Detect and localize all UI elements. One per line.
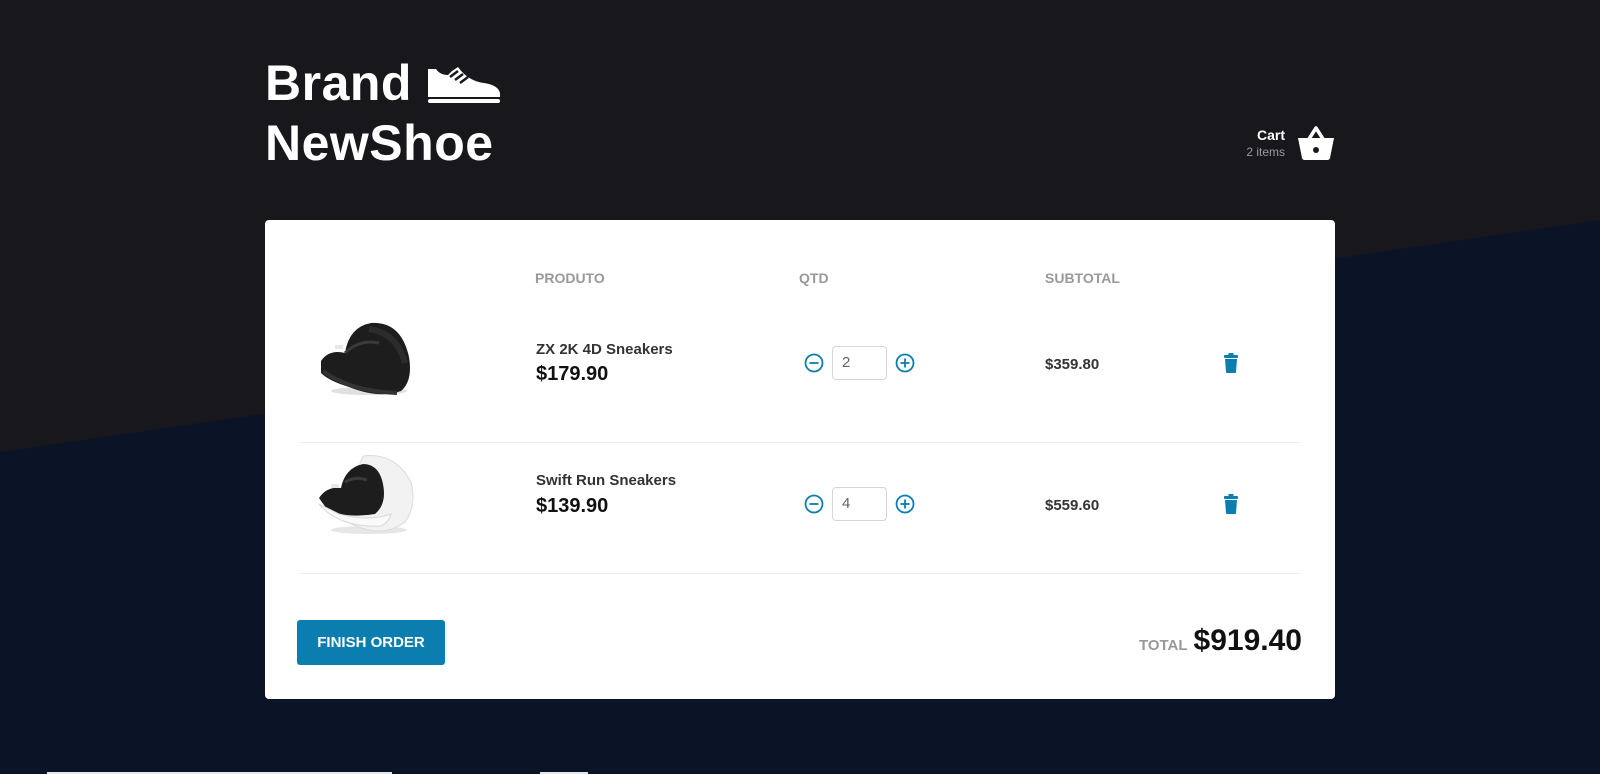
quantity-input[interactable]: 2: [832, 346, 887, 380]
sneaker-icon: [427, 67, 500, 103]
quantity-stepper: 2: [804, 346, 915, 380]
product-price: $139.90: [536, 495, 609, 517]
product-name[interactable]: ZX 2K 4D Sneakers: [536, 341, 673, 358]
plus-circle-icon[interactable]: [895, 353, 915, 373]
cart-button[interactable]: Cart 2 items: [1246, 125, 1335, 161]
column-header-product: PRODUTO: [535, 270, 605, 286]
product-image: [318, 455, 414, 534]
product-image: [321, 322, 410, 395]
basket-icon: [1298, 126, 1334, 160]
order-total: TOTAL $919.40: [1139, 624, 1302, 658]
column-header-subtotal: SUBTOTAL: [1045, 270, 1120, 286]
row-subtotal: $359.80: [1045, 356, 1100, 373]
product-price: $179.90: [536, 363, 609, 385]
minus-circle-icon[interactable]: [804, 353, 824, 373]
table-row: ZX 2K 4D Sneakers $179.90 2 $359.80: [299, 301, 1301, 443]
finish-order-button[interactable]: FINISH ORDER: [297, 620, 445, 665]
cart-title: Cart: [1256, 127, 1285, 143]
cart-card: PRODUTO QTD SUBTOTAL ZX 2K 4D Sneakers $…: [265, 220, 1335, 699]
cart-count: 2 items: [1246, 145, 1285, 159]
trash-icon[interactable]: [1223, 353, 1239, 373]
total-label: TOTAL: [1138, 637, 1188, 654]
quantity-stepper: 4: [804, 487, 915, 521]
brand-logo[interactable]: Brand NewShoe: [265, 53, 504, 173]
column-header-qty: QTD: [799, 270, 829, 286]
trash-icon[interactable]: [1223, 494, 1239, 514]
plus-circle-icon[interactable]: [895, 494, 915, 514]
minus-circle-icon[interactable]: [804, 494, 824, 514]
brand-line1: Brand: [265, 55, 412, 111]
product-name[interactable]: Swift Run Sneakers: [536, 472, 676, 489]
quantity-input[interactable]: 4: [832, 487, 887, 521]
row-subtotal: $559.60: [1045, 497, 1100, 514]
brand-line2: NewShoe: [265, 115, 494, 171]
total-value: $919.40: [1193, 624, 1302, 657]
table-row: Swift Run Sneakers $139.90 4 $559.60: [299, 434, 1301, 574]
